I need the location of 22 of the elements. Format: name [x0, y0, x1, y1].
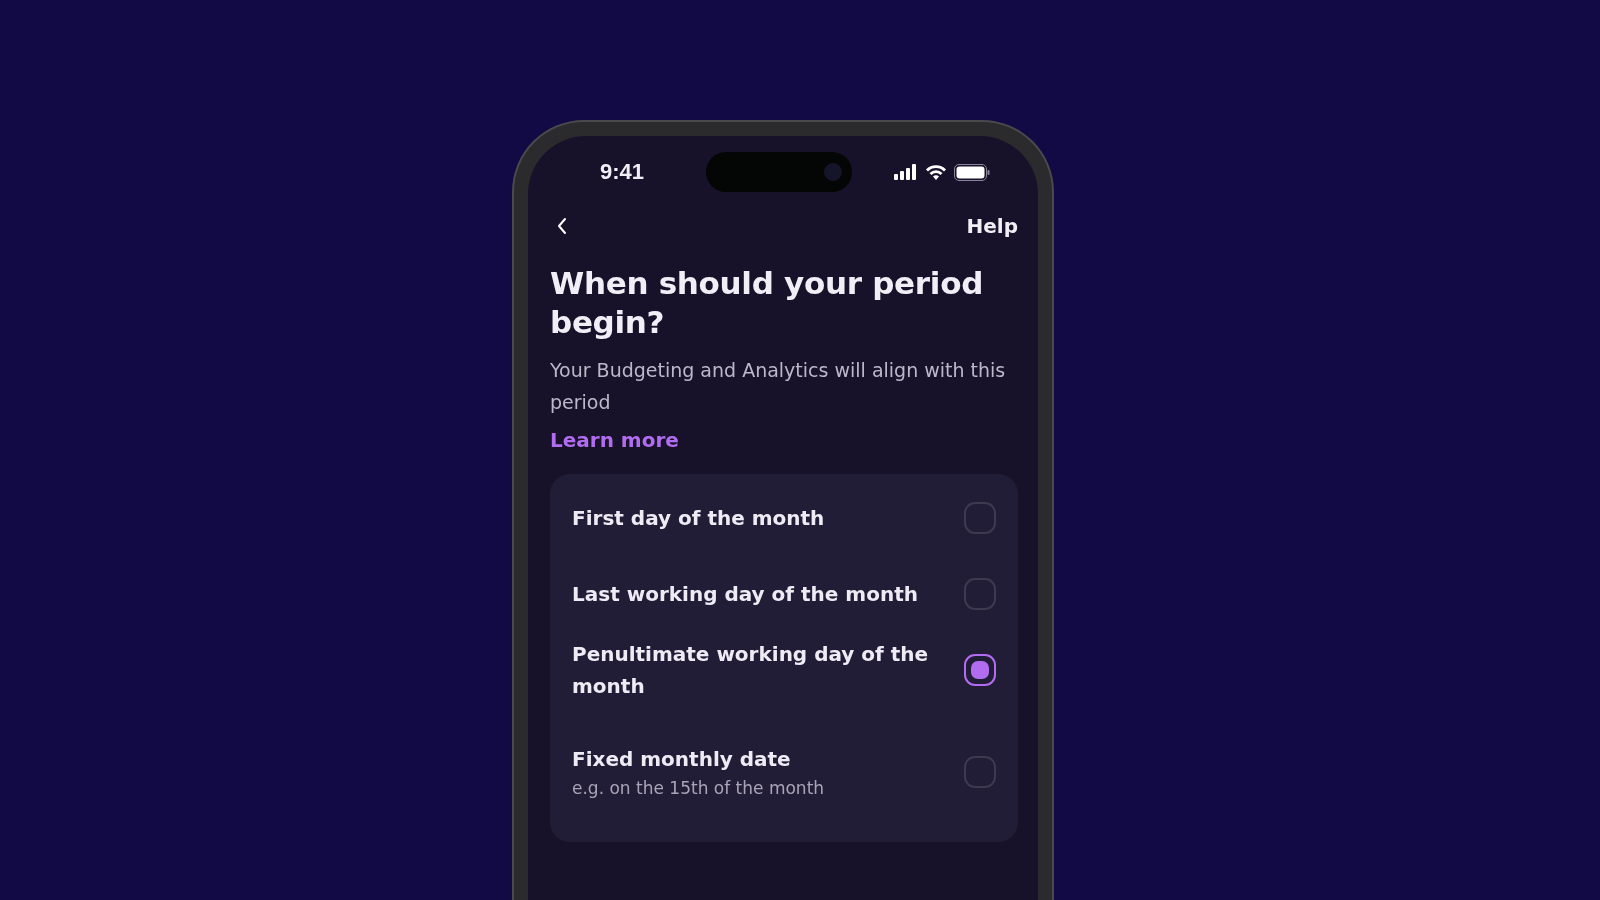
radio-button[interactable] [964, 756, 996, 788]
signal-icon [894, 164, 918, 180]
option-row[interactable]: Penultimate working day of the month [572, 632, 996, 708]
option-row[interactable]: Last working day of the month [572, 556, 996, 632]
status-time: 9:41 [600, 159, 645, 185]
option-label: First day of the month [572, 505, 825, 532]
option-row[interactable]: Fixed monthly date e.g. on the 15th of the month [572, 722, 996, 822]
page-title: When should your period begin? [550, 264, 985, 342]
option-label: Penultimate working day of the month [572, 641, 930, 700]
help-button[interactable]: Help [966, 210, 1018, 242]
option-hint: e.g. on the 15th of the month [572, 777, 825, 800]
radio-button[interactable] [964, 654, 996, 686]
option-label: Last working day of the month [572, 581, 918, 608]
option-row[interactable]: First day of the month [572, 480, 996, 556]
option-label: Fixed monthly date [572, 746, 792, 773]
chevron-left-icon [556, 217, 568, 235]
radio-button[interactable] [964, 502, 996, 534]
subtitle-text: Your Budgeting and Analytics will align with this period [550, 358, 1007, 415]
wifi-icon [925, 164, 947, 180]
radio-button[interactable] [964, 578, 996, 610]
learn-more-link[interactable]: Learn more [550, 428, 679, 452]
battery-icon [954, 163, 990, 181]
